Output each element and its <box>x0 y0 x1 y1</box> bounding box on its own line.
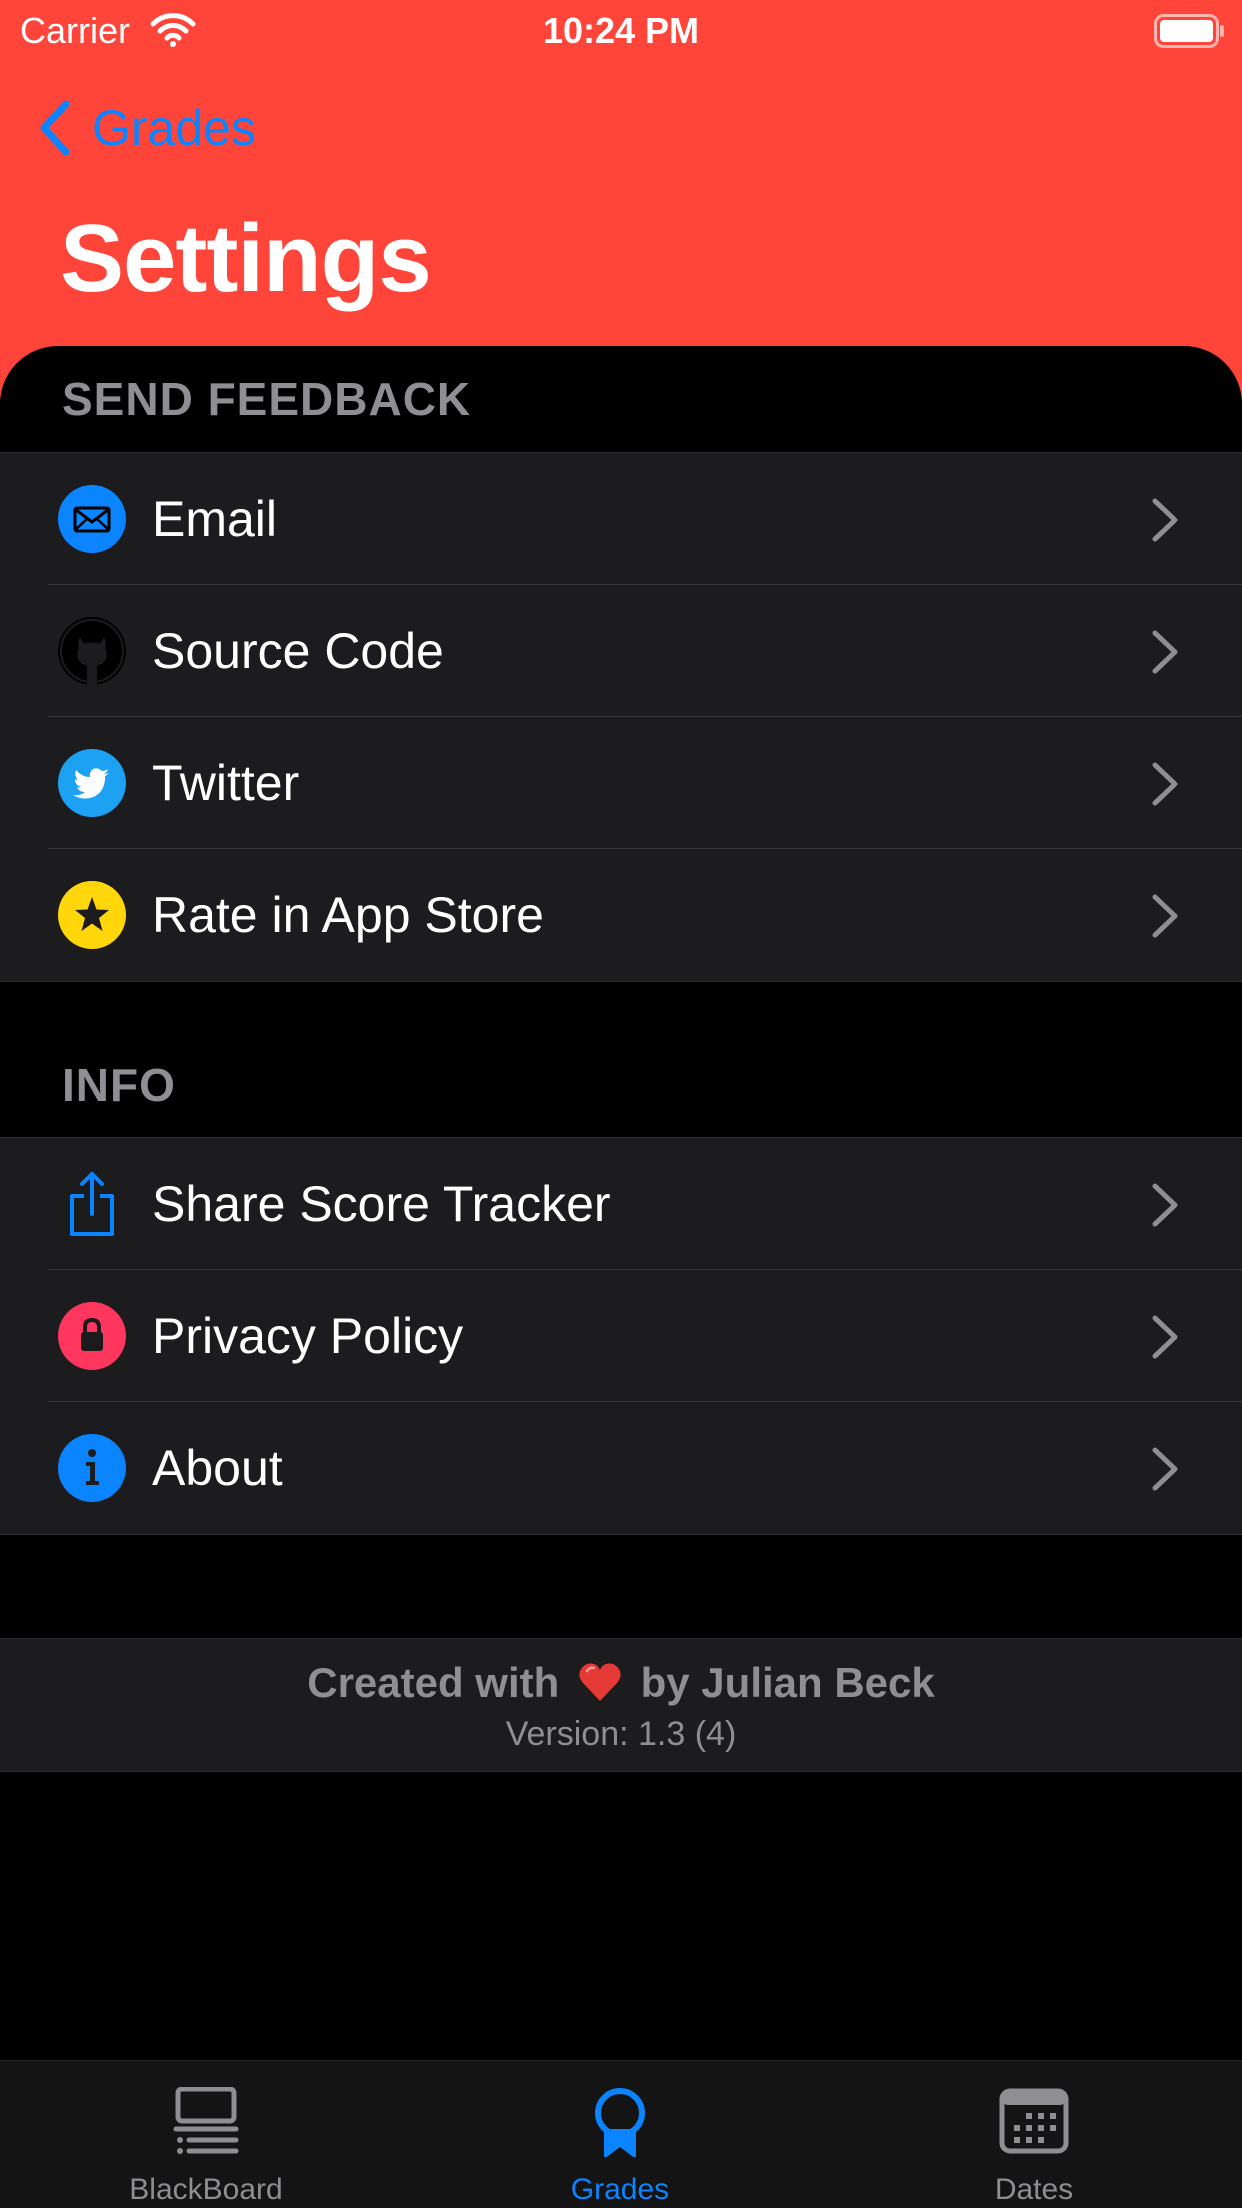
version-label: Version: 1.3 (4) <box>505 1715 737 1753</box>
back-button[interactable]: Grades <box>38 96 256 160</box>
chevron-right-icon <box>1152 498 1178 542</box>
back-button-label: Grades <box>92 100 256 156</box>
status-time: 10:24 PM <box>542 10 700 51</box>
source-code-label: Source Code <box>152 623 444 679</box>
privacy-policy-label: Privacy Policy <box>152 1308 464 1364</box>
share-icon <box>70 1172 114 1236</box>
status-bar: Carrier 10:24 PM <box>0 0 1242 62</box>
tab-dates[interactable]: Dates <box>884 2061 1184 2208</box>
blackboard-icon <box>173 2087 239 2154</box>
award-ribbon-icon <box>595 2088 645 2157</box>
chevron-left-icon <box>40 100 70 156</box>
email-row[interactable]: Email <box>0 453 1242 585</box>
chevron-right-icon <box>1152 1447 1178 1491</box>
email-label: Email <box>152 491 278 547</box>
chevron-right-icon <box>1152 630 1178 674</box>
chevron-right-icon <box>1152 1315 1178 1359</box>
info-icon <box>58 1434 126 1502</box>
about-label: About <box>152 1440 283 1496</box>
header: Carrier 10:24 PM Grades Settings <box>0 0 1242 400</box>
tab-grades-label: Grades <box>570 2173 670 2206</box>
lock-icon <box>58 1302 126 1370</box>
battery-icon <box>1154 14 1224 48</box>
twitter-icon <box>58 749 126 817</box>
rate-app-row[interactable]: Rate in App Store <box>0 849 1242 981</box>
credit-prefix: Created with <box>307 1659 560 1706</box>
chevron-right-icon <box>1152 762 1178 806</box>
privacy-policy-row[interactable]: Privacy Policy <box>0 1270 1242 1402</box>
envelope-icon <box>58 485 126 553</box>
heart-icon <box>579 1663 621 1701</box>
github-icon <box>58 617 126 685</box>
calendar-icon <box>999 2088 1069 2154</box>
twitter-row[interactable]: Twitter <box>0 717 1242 849</box>
source-code-row[interactable]: Source Code <box>0 585 1242 717</box>
tab-bar: BlackBoard Grades Dates <box>0 2060 1242 2208</box>
rate-app-label: Rate in App Store <box>152 887 544 943</box>
about-row[interactable]: About <box>0 1402 1242 1534</box>
chevron-right-icon <box>1152 1183 1178 1227</box>
tab-blackboard[interactable]: BlackBoard <box>56 2061 356 2208</box>
star-icon <box>58 881 126 949</box>
tab-blackboard-label: BlackBoard <box>129 2173 283 2206</box>
credit-footer: Created with by Julian Beck Version: 1.3… <box>0 1638 1242 1772</box>
section-header-info: INFO <box>62 1059 176 1111</box>
tab-dates-label: Dates <box>994 2173 1074 2206</box>
section-header-send-feedback: SEND FEEDBACK <box>62 373 472 425</box>
share-row[interactable]: Share Score Tracker <box>0 1138 1242 1270</box>
twitter-label: Twitter <box>152 755 300 811</box>
chevron-right-icon <box>1152 894 1178 938</box>
settings-screen: Carrier 10:24 PM Grades Settings SEND FE <box>0 0 1242 2208</box>
credit-text: Created with by Julian Beck <box>0 1659 1242 1707</box>
info-group: Share Score Tracker Privacy Policy About <box>0 1137 1242 1535</box>
tab-grades[interactable]: Grades <box>470 2061 770 2208</box>
share-label: Share Score Tracker <box>152 1176 611 1232</box>
page-title: Settings <box>60 205 432 312</box>
credit-suffix: by Julian Beck <box>640 1659 935 1706</box>
send-feedback-group: Email Source Code Twitter Rate in App St… <box>0 452 1242 982</box>
